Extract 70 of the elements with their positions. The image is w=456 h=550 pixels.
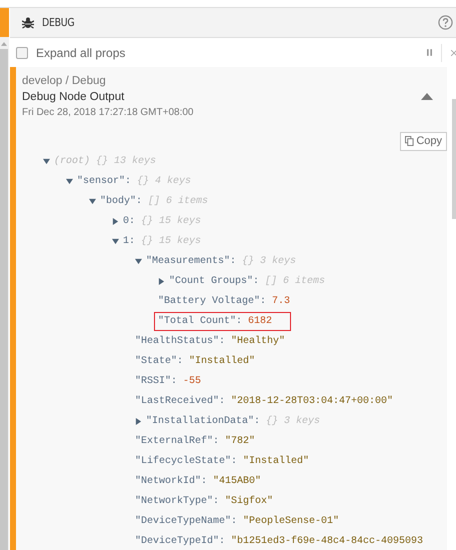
checkbox-label[interactable]: Expand all props: [36, 46, 126, 60]
expand-triangle-icon[interactable]: [89, 198, 96, 204]
panel-title: DEBUG: [42, 16, 76, 29]
item-count: 3 keys: [260, 256, 296, 266]
type-brackets: {}: [141, 216, 154, 226]
property-key: "RSSI":: [135, 376, 178, 386]
property-value: "782": [225, 436, 256, 446]
property-value: 7.3: [272, 296, 290, 306]
property-key: "Battery Voltage":: [158, 296, 266, 306]
property-value: "Installed": [189, 356, 256, 366]
checkbox[interactable]: [16, 46, 28, 58]
property-key[interactable]: "Measurements":: [146, 256, 236, 266]
item-count: 6 items: [166, 196, 208, 206]
type-brackets: {}: [96, 156, 108, 166]
property-key[interactable]: "sensor":: [77, 176, 132, 186]
property-key: "State":: [135, 356, 184, 366]
timestamp: Fri Dec 28, 2018 17:27:18 GMT+08:00: [22, 106, 194, 119]
item-count: 15 keys: [159, 236, 202, 246]
property-key: "NetworkId":: [135, 476, 208, 486]
pause-icon[interactable]: [427, 49, 432, 56]
property-key: "NetworkType":: [135, 496, 220, 506]
item-count: 15 keys: [159, 216, 202, 226]
property-key[interactable]: "Count Groups":: [169, 276, 260, 286]
item-count: 13 keys: [114, 156, 156, 166]
copy-button[interactable]: Copy: [400, 132, 447, 151]
node-path: develop / Debug: [22, 74, 107, 89]
property-key: "HealthStatus":: [135, 336, 226, 346]
property-key: "DeviceTypeName":: [135, 516, 238, 526]
property-key: "LastReceived":: [135, 396, 226, 406]
type-brackets: []: [148, 196, 160, 206]
property-value: "2018-12-28T03:04:47+00:00": [231, 396, 394, 406]
type-brackets: {}: [242, 256, 254, 266]
canvas-node-edge: [0, 8, 9, 37]
expand-triangle-icon[interactable]: [112, 238, 119, 244]
property-key: "DeviceTypeId":: [135, 536, 226, 546]
type-brackets: {}: [137, 176, 150, 186]
collapse-icon[interactable]: [421, 93, 433, 100]
item-count: 6 items: [283, 276, 326, 286]
collapse-triangle-icon[interactable]: [112, 218, 119, 224]
expand-triangle-icon[interactable]: [135, 258, 142, 264]
property-value: "b1251ed3-f69e-48c4-84cc-4095093: [231, 536, 424, 546]
close-icon[interactable]: [451, 50, 456, 56]
property-key: "ExternalRef":: [135, 436, 220, 446]
property-value: "Sigfox": [225, 496, 274, 506]
property-value: "Installed": [243, 456, 310, 466]
item-count: 3 keys: [284, 416, 320, 426]
collapse-triangle-icon[interactable]: [135, 418, 142, 424]
scrollbar-thumb[interactable]: [452, 99, 456, 219]
type-brackets: {}: [266, 416, 278, 426]
property-key[interactable]: 0:: [123, 216, 136, 226]
property-value: -55: [183, 376, 202, 386]
item-count: 4 keys: [155, 176, 192, 186]
property-key: "Total Count":: [158, 316, 242, 326]
collapse-triangle-icon[interactable]: [158, 278, 165, 284]
bug-icon: [22, 16, 34, 28]
property-value: "415AB0": [213, 476, 262, 486]
property-value: "Healthy": [231, 336, 286, 346]
property-value: "PeopleSense-01": [243, 516, 340, 526]
property-key[interactable]: "InstallationData":: [146, 416, 260, 426]
property-key[interactable]: "body":: [100, 196, 142, 206]
property-key[interactable]: 1:: [123, 236, 136, 246]
node-name: Debug Node Output: [22, 90, 126, 105]
help-icon[interactable]: [438, 15, 453, 30]
expand-triangle-icon[interactable]: [43, 158, 50, 164]
property-value: 6182: [248, 316, 272, 326]
copy-icon: [405, 136, 414, 146]
expand-triangle-icon[interactable]: [66, 178, 73, 184]
type-brackets: {}: [141, 236, 154, 246]
property-key: "LifecycleState":: [135, 456, 238, 466]
type-brackets: []: [265, 276, 278, 286]
